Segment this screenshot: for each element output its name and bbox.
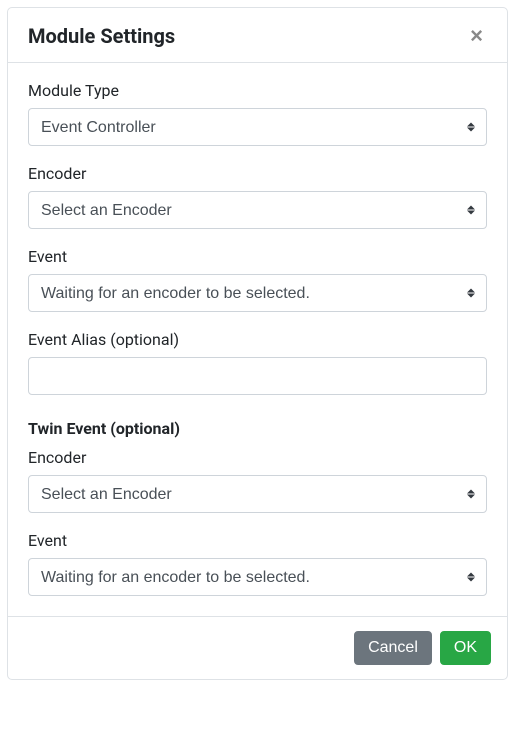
module-type-label: Module Type: [28, 81, 487, 100]
event-alias-label: Event Alias (optional): [28, 330, 487, 349]
module-settings-modal: Module Settings × Module Type Event Cont…: [7, 7, 508, 680]
event-alias-group: Event Alias (optional): [28, 330, 487, 395]
twin-event-section-label: Twin Event (optional): [28, 419, 487, 438]
encoder-select-wrapper: Select an Encoder: [28, 191, 487, 229]
module-type-select-wrapper: Event Controller: [28, 108, 487, 146]
modal-body: Module Type Event Controller Encoder Sel…: [8, 63, 507, 616]
twin-event-select[interactable]: Waiting for an encoder to be selected.: [28, 558, 487, 596]
twin-encoder-group: Encoder Select an Encoder: [28, 448, 487, 513]
modal-title: Module Settings: [28, 24, 175, 48]
event-select[interactable]: Waiting for an encoder to be selected.: [28, 274, 487, 312]
twin-event-label: Event: [28, 531, 487, 550]
module-type-select[interactable]: Event Controller: [28, 108, 487, 146]
encoder-label: Encoder: [28, 164, 487, 183]
twin-encoder-select-wrapper: Select an Encoder: [28, 475, 487, 513]
close-button[interactable]: ×: [466, 25, 487, 47]
module-type-group: Module Type Event Controller: [28, 81, 487, 146]
close-icon: ×: [470, 23, 483, 48]
ok-button[interactable]: OK: [440, 631, 491, 665]
twin-encoder-label: Encoder: [28, 448, 487, 467]
twin-encoder-select[interactable]: Select an Encoder: [28, 475, 487, 513]
event-label: Event: [28, 247, 487, 266]
encoder-select[interactable]: Select an Encoder: [28, 191, 487, 229]
cancel-button[interactable]: Cancel: [354, 631, 432, 665]
encoder-group: Encoder Select an Encoder: [28, 164, 487, 229]
twin-event-select-wrapper: Waiting for an encoder to be selected.: [28, 558, 487, 596]
event-group: Event Waiting for an encoder to be selec…: [28, 247, 487, 312]
event-select-wrapper: Waiting for an encoder to be selected.: [28, 274, 487, 312]
modal-header: Module Settings ×: [8, 8, 507, 63]
twin-event-group: Event Waiting for an encoder to be selec…: [28, 531, 487, 596]
event-alias-input[interactable]: [28, 357, 487, 395]
modal-footer: Cancel OK: [8, 616, 507, 679]
